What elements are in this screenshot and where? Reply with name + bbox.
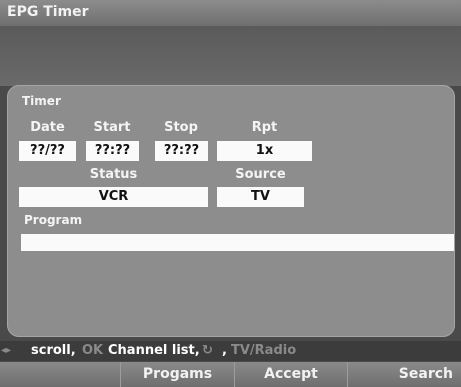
source-label: Source <box>235 167 286 182</box>
help-ok-key: OK <box>82 343 104 358</box>
date-label: Date <box>30 120 65 135</box>
source-field[interactable]: TV <box>217 187 304 207</box>
rpt-field[interactable]: 1x <box>217 141 312 161</box>
status-label: Status <box>89 167 138 182</box>
stop-field[interactable]: ??:?? <box>155 141 208 161</box>
window-title: EPG Timer <box>7 4 89 20</box>
help-tvradio-text: TV/Radio <box>231 343 297 358</box>
accept-button[interactable]: Accept <box>234 362 347 387</box>
timer-section-label: Timer <box>22 94 61 108</box>
stop-label: Stop <box>164 120 198 135</box>
scroll-arrows-icon: ◂▸ <box>1 345 12 356</box>
help-scroll-text: scroll, <box>31 343 76 358</box>
program-label: Program <box>24 213 83 227</box>
start-label: Start <box>93 120 131 135</box>
help-bar: ◂▸ scroll, OK Channel list, ↻ , TV/Radio <box>0 341 461 361</box>
help-separator: , <box>222 343 227 358</box>
help-channel-list: Channel list, <box>108 343 200 358</box>
softkey-empty <box>0 362 119 387</box>
title-bar: EPG Timer <box>0 0 461 26</box>
date-field[interactable]: ??/?? <box>19 141 76 161</box>
program-field[interactable] <box>21 234 454 251</box>
header-band <box>0 26 461 86</box>
softkey-bar: Progams Accept Search <box>0 362 461 387</box>
rpt-label: Rpt <box>251 120 278 135</box>
search-button[interactable]: Search <box>347 362 461 387</box>
tv-radio-toggle-icon: ↻ <box>202 343 213 358</box>
status-field[interactable]: VCR <box>19 187 208 207</box>
programs-button[interactable]: Progams <box>120 362 234 387</box>
start-field[interactable]: ??:?? <box>86 141 139 161</box>
